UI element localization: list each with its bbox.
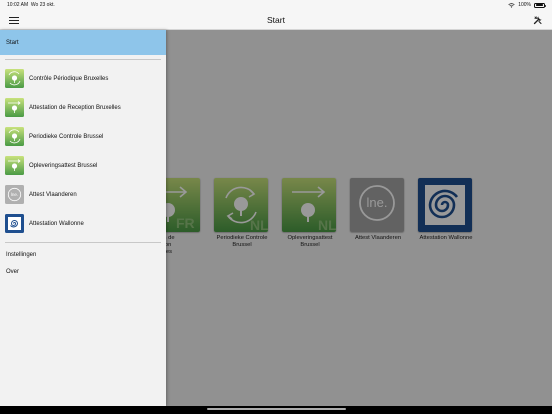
tools-icon[interactable] [533,15,543,25]
drawer-item-delivery-attest-nl[interactable]: Opleveringsattest Brussel [0,151,166,180]
drawer-item-label: Opleveringsattest Brussel [29,162,98,169]
drawer-item-label: Contrôle Périodique Bruxelles [29,75,109,82]
status-right: 100% [508,2,546,8]
wifi-icon [508,2,515,8]
app-screen: 10:02 AM Wo 23 okt. 100% Start FR de NL … [0,0,552,414]
bottom-bar [0,406,552,414]
delivery-attest-nl-icon [5,156,24,175]
status-time: 10:02 AM Wo 23 okt. [7,2,55,8]
status-time-text: 10:02 AM [7,2,29,8]
navigation-bar: Start [0,10,552,30]
side-drawer: Start Contrôle Périodique Bruxelles Atte… [0,30,166,406]
lne-logo-icon: lne. [5,185,24,204]
status-bar: 10:02 AM Wo 23 okt. 100% [0,0,552,10]
drawer-link-about[interactable]: Over [0,263,166,280]
drawer-item-reception-attest-fr[interactable]: Attestation de Reception Bruxelles [0,93,166,122]
drawer-item-label: Attestation de Reception Bruxelles [29,104,121,111]
drawer-item-label: Attestation Wallonne [29,220,84,227]
drawer-item-start[interactable]: Start [0,30,166,55]
drawer-item-attest-vlaanderen[interactable]: lne. Attest Vlaanderen [0,180,166,209]
periodic-control-nl-icon [5,127,24,146]
drawer-item-label: Attest Vlaanderen [29,191,77,198]
drawer-item-label: Periodieke Controle Brussel [29,133,104,140]
drawer-item-periodic-control-fr[interactable]: Contrôle Périodique Bruxelles [0,64,166,93]
wallonia-logo-icon [5,214,24,233]
drawer-link-settings[interactable]: Instellingen [0,246,166,263]
battery-percent: 100% [518,2,531,8]
battery-icon [534,2,546,8]
periodic-control-fr-icon [5,69,24,88]
reception-attest-fr-icon [5,98,24,117]
status-date: Wo 23 okt. [30,2,55,8]
lne-logo-text: lne. [11,192,18,197]
drawer-item-attestation-wallonne[interactable]: Attestation Wallonne [0,209,166,238]
page-title: Start [267,15,285,25]
home-indicator[interactable] [207,408,346,410]
drawer-item-periodic-control-nl[interactable]: Periodieke Controle Brussel [0,122,166,151]
